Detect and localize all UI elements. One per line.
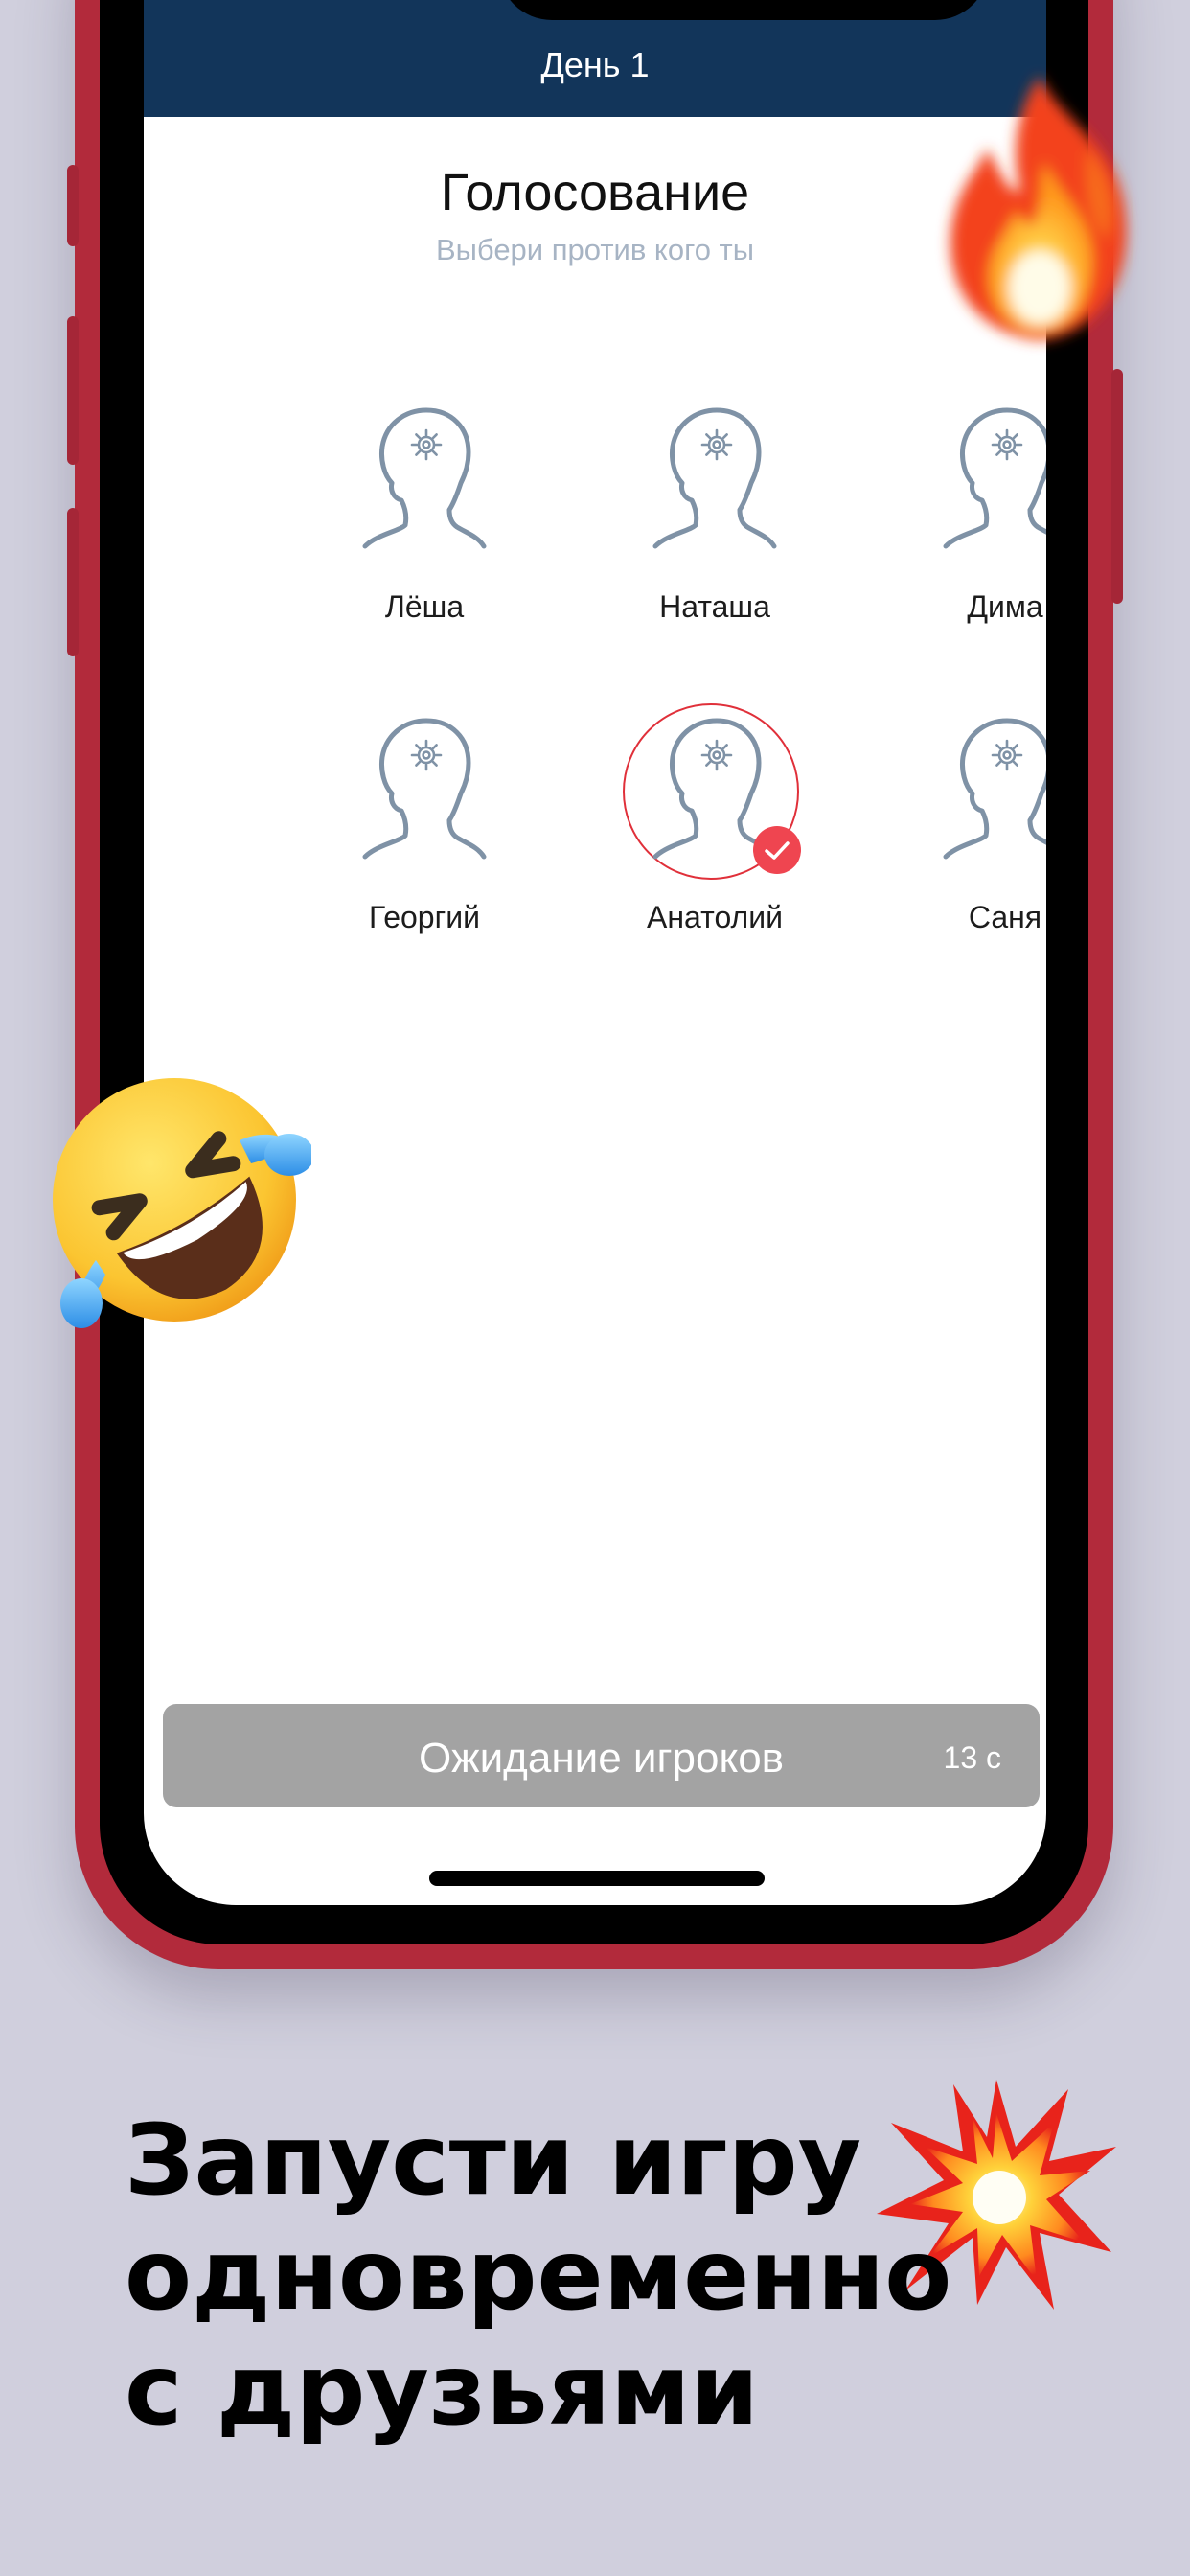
- phone-screen: День 1 Голосование Выбери против кого ты…: [144, 0, 1046, 1905]
- head-gear-icon: [938, 713, 1046, 866]
- head-gear-icon: [357, 713, 492, 866]
- head-gear-icon: [648, 402, 782, 556]
- player-name: Дима: [967, 589, 1043, 624]
- waiting-players-button[interactable]: Ожидание игроков 13 с: [163, 1704, 1040, 1807]
- check-icon: [753, 826, 801, 874]
- head-gear-icon: [938, 402, 1046, 556]
- home-indicator[interactable]: [429, 1871, 765, 1886]
- rofl-emoji: [38, 1064, 314, 1337]
- phone-power-button: [1111, 369, 1123, 604]
- fire-emoji: [920, 58, 1159, 364]
- caption-line: Запусти игру: [125, 2104, 862, 2218]
- player-card-georgiy[interactable]: Георгий: [309, 713, 539, 1020]
- page-subtitle: Выбери против кого ты: [435, 233, 755, 266]
- phone-notch: [498, 0, 989, 20]
- phone-mute-switch: [67, 165, 79, 246]
- player-card-sanya[interactable]: Саня: [890, 713, 1046, 1020]
- player-name: Саня: [968, 900, 1042, 934]
- caption-line: с друзьями: [125, 2334, 759, 2448]
- waiting-players-label: Ожидание игроков: [418, 1735, 785, 1782]
- player-card-natasha[interactable]: Наташа: [600, 402, 830, 709]
- player-card-dima[interactable]: Дима: [890, 402, 1046, 709]
- promo-caption: Запусти игру одновременно с друзьями: [125, 2104, 987, 2449]
- caption-line: одновременно: [125, 2219, 952, 2333]
- player-name: Лёша: [384, 589, 465, 624]
- player-card-anatoliy-selected[interactable]: Анатолий: [600, 703, 830, 1020]
- phone-volume-up-button: [67, 316, 79, 465]
- head-gear-icon: [357, 402, 492, 556]
- player-name: Анатолий: [647, 900, 783, 934]
- phone-volume-down-button: [67, 508, 79, 656]
- countdown-timer: 13 с: [943, 1740, 1001, 1775]
- player-name: Наташа: [659, 589, 770, 624]
- page-title: Голосование: [440, 164, 750, 221]
- player-name: Георгий: [369, 900, 480, 934]
- day-title: День 1: [540, 45, 650, 84]
- player-card-lesha[interactable]: Лёша: [309, 402, 539, 709]
